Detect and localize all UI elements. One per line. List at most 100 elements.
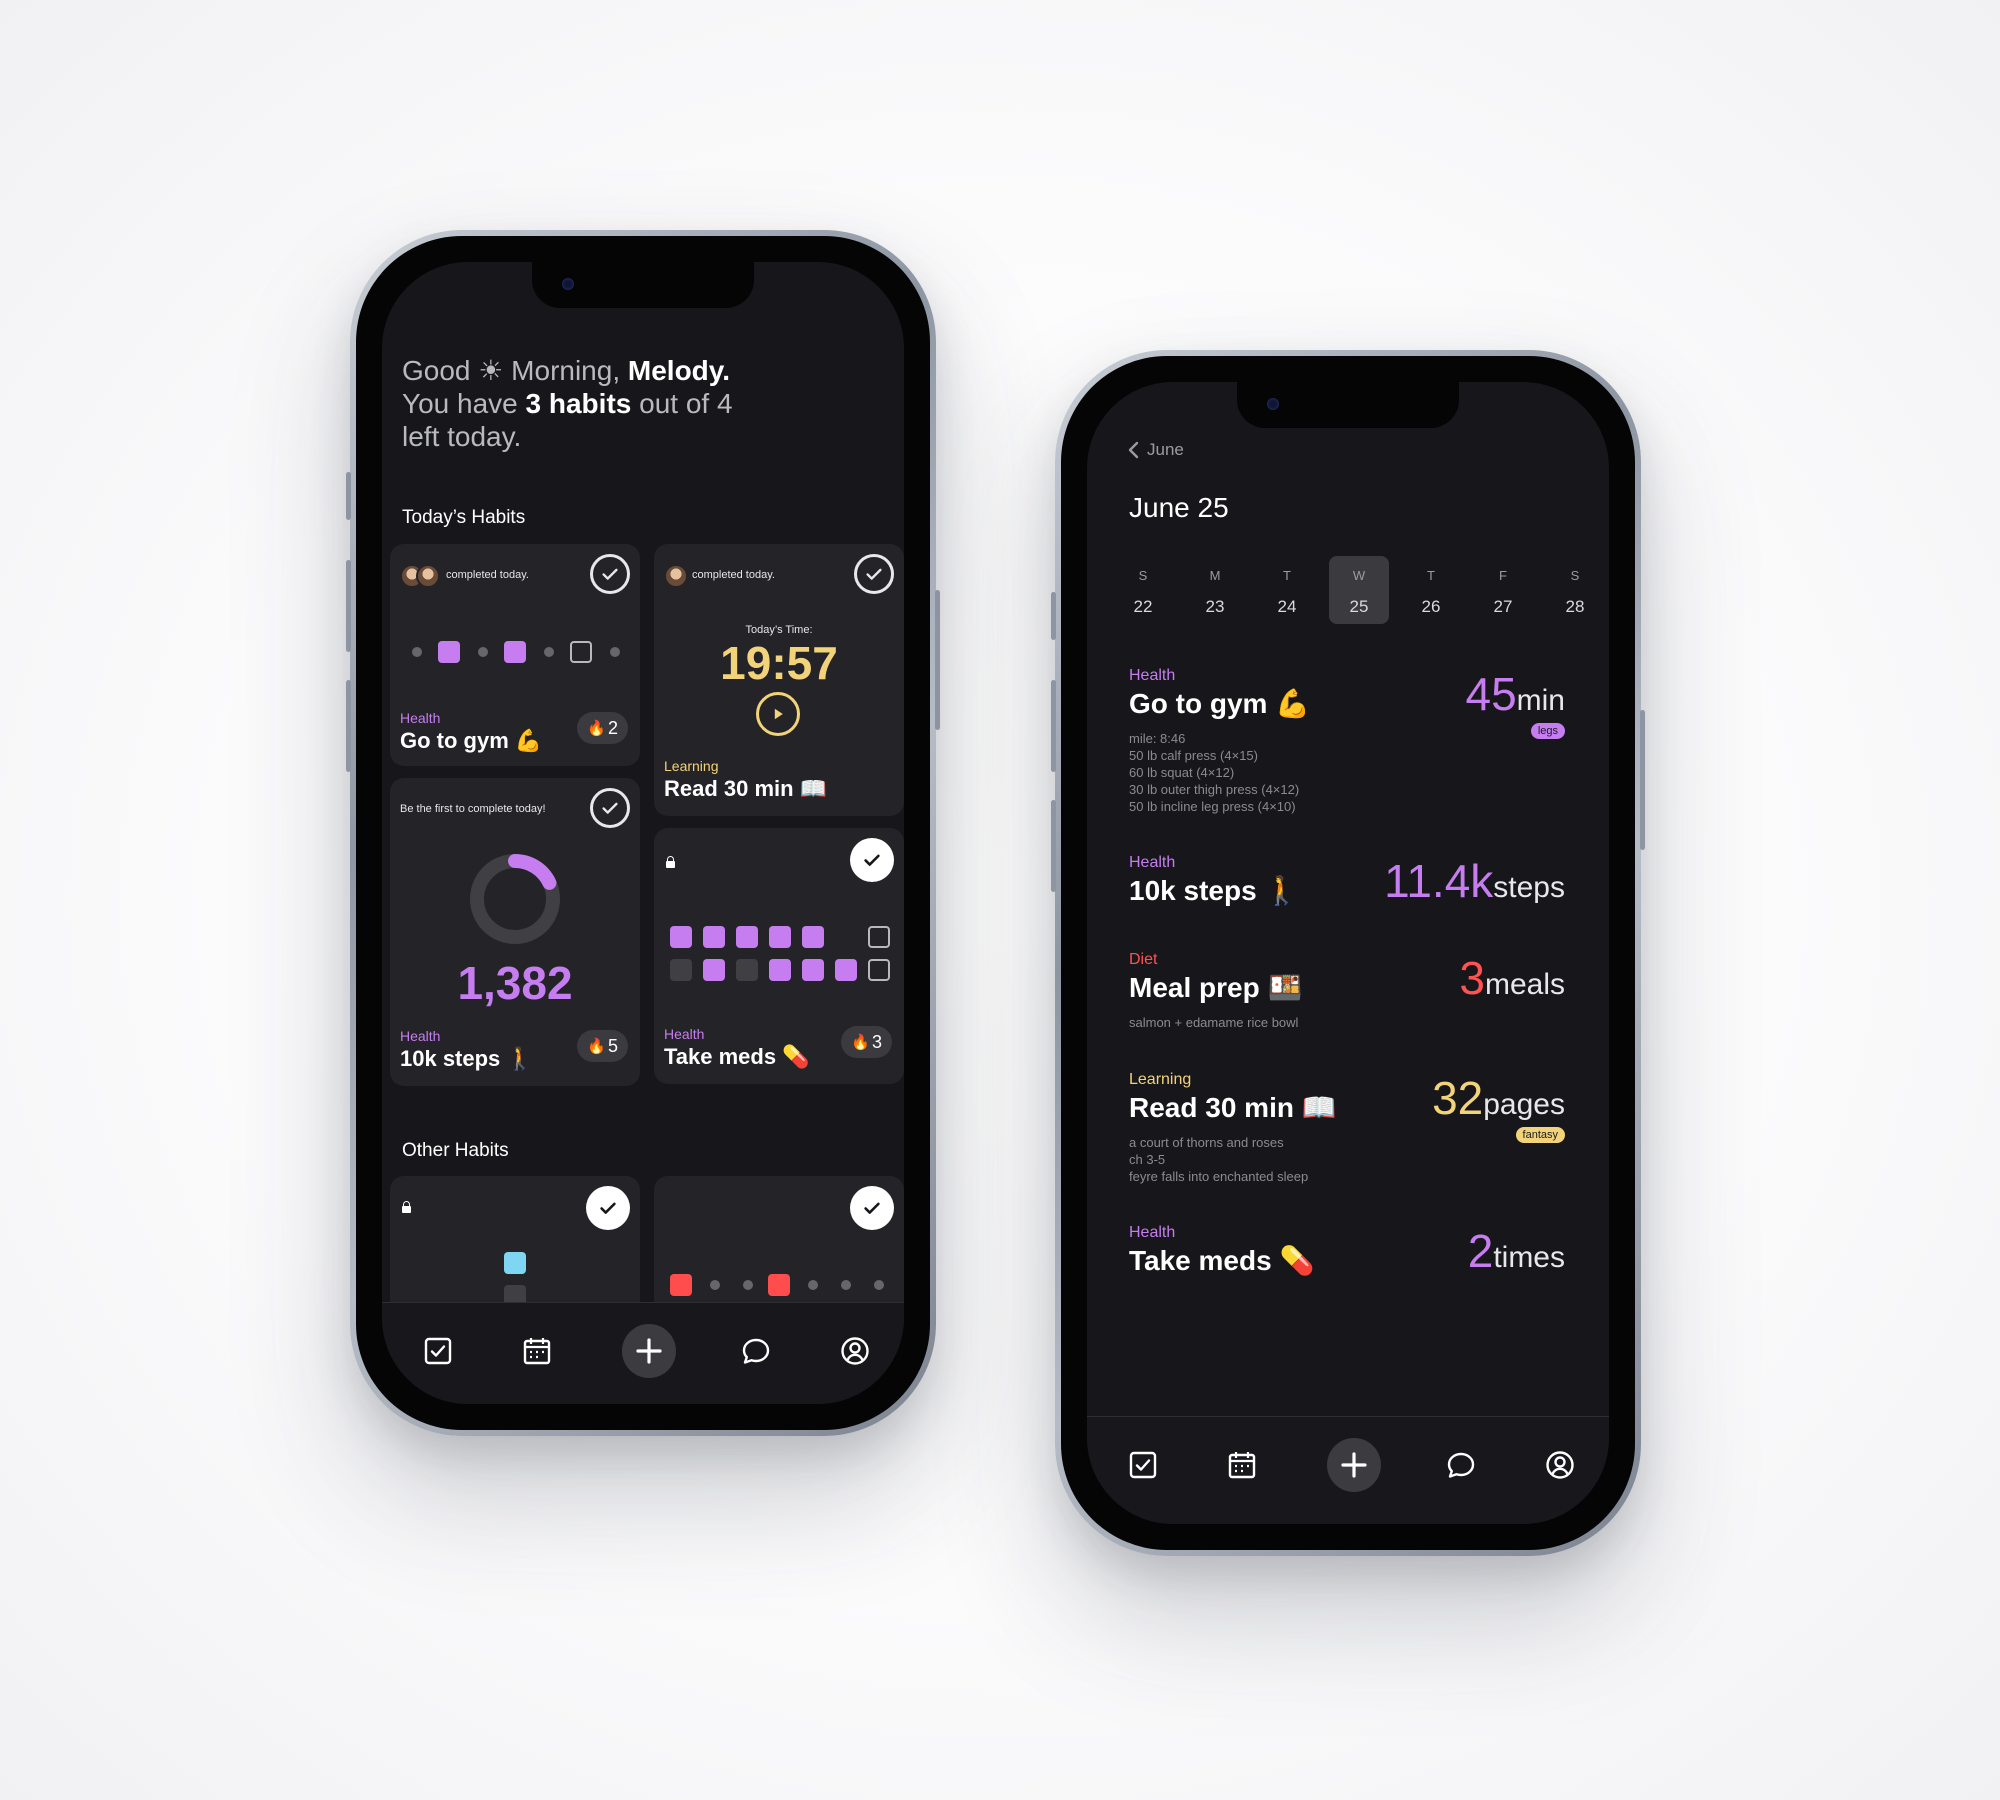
avatar <box>664 564 688 588</box>
steps-progress-ring <box>470 854 560 944</box>
phone-left-bezel: Good ☀ Morning, Melody. You have 3 habit… <box>356 236 930 1430</box>
profile-tab[interactable] <box>1540 1445 1580 1485</box>
weekday-mon[interactable]: M 23 <box>1185 556 1245 617</box>
streak-badge: 🔥 2 <box>577 712 628 744</box>
log-entry-meds[interactable]: Health Take meds 💊 2times <box>1129 1224 1565 1277</box>
chat-tab[interactable] <box>736 1331 776 1371</box>
complete-check-button[interactable] <box>850 838 894 882</box>
greeting-line2-prefix: You have <box>402 388 518 419</box>
habit-card-meds[interactable]: Health Take meds 💊 🔥 3 <box>654 828 904 1084</box>
weekday-sun[interactable]: S 22 <box>1113 556 1173 617</box>
dose-done-square <box>670 926 692 948</box>
habit-category: Learning <box>664 758 719 774</box>
notch <box>1237 382 1459 428</box>
habit-card-gym[interactable]: completed today. Health Go to gym 💪 🔥 2 <box>390 544 640 766</box>
calendar-icon <box>523 1338 551 1365</box>
metric-unit: times <box>1493 1241 1565 1274</box>
log-entry-steps[interactable]: Health 10k steps 🚶 11.4ksteps <box>1129 854 1565 907</box>
dose-done-square <box>703 959 725 981</box>
day-done-square <box>670 1274 692 1296</box>
weekday-letter: W <box>1352 568 1366 583</box>
greeting-line2-suffix: out of 4 <box>639 388 733 419</box>
complete-check-button[interactable] <box>850 1186 894 1230</box>
day-today-square <box>570 641 592 663</box>
phone-right-volume-down <box>1051 800 1056 892</box>
detail-line: feyre falls into enchanted sleep <box>1129 1169 1309 1184</box>
play-button[interactable] <box>756 692 800 736</box>
detail-line: 30 lb outer thigh press (4×12) <box>1129 782 1300 797</box>
metric-value: 45 <box>1465 668 1517 720</box>
add-habit-button[interactable] <box>622 1324 676 1378</box>
completed-note: completed today. <box>446 569 529 581</box>
tab-bar <box>382 1302 904 1404</box>
weekday-fri[interactable]: F 27 <box>1473 556 1533 617</box>
phone-left-power-button <box>935 590 940 730</box>
add-habit-button[interactable] <box>1327 1438 1381 1492</box>
habit-name: Read 30 min 📖 <box>664 776 828 801</box>
weekday-number: 22 <box>1133 597 1153 616</box>
habits-tab[interactable] <box>418 1331 458 1371</box>
day-dot <box>610 647 620 657</box>
todays-habits-title: Today’s Habits <box>402 507 526 528</box>
weekday-sat[interactable]: S 28 <box>1545 556 1605 617</box>
habits-tab[interactable] <box>1123 1445 1163 1485</box>
log-entry-gym[interactable]: Health Go to gym 💪 mile: 8:46 50 lb calf… <box>1129 667 1565 815</box>
phone-right-bezel: June June 25 S 22 M 23 T 24 W 25 T 26 F 27 S 28… <box>1061 356 1635 1550</box>
habit-card-read[interactable]: completed today. Today’s Time: 19:57 Lea… <box>654 544 904 816</box>
complete-check-button[interactable] <box>854 554 894 594</box>
first-to-complete-note: Be the first to complete today! <box>400 803 546 815</box>
home-screen: Good ☀ Morning, Melody. You have 3 habit… <box>382 262 904 1404</box>
profile-tab[interactable] <box>835 1331 875 1371</box>
dose-missed-square <box>670 959 692 981</box>
habit-name: Go to gym 💪 <box>400 728 543 753</box>
log-entry-read[interactable]: Learning Read 30 min 📖 a court of thorns… <box>1129 1071 1565 1185</box>
day-done-square <box>504 1252 526 1274</box>
back-label: June <box>1147 440 1184 459</box>
weekday-letter: S <box>1138 568 1148 583</box>
day-done-square <box>438 641 460 663</box>
date-title: June 25 <box>1129 492 1229 523</box>
user-name: Melody. <box>627 355 731 386</box>
complete-check-button[interactable] <box>590 554 630 594</box>
sun-icon: ☀ <box>478 355 504 386</box>
weekday-tue[interactable]: T 24 <box>1257 556 1317 617</box>
weekday-number: 25 <box>1349 597 1369 616</box>
fire-icon: 🔥 <box>851 1034 870 1051</box>
dose-done-square <box>835 959 857 981</box>
dose-pending-square <box>868 926 890 948</box>
back-button[interactable]: June <box>1127 440 1184 460</box>
weekday-number: 27 <box>1493 597 1513 616</box>
weekday-letter: F <box>1499 568 1507 583</box>
day-dot <box>544 647 554 657</box>
entry-metric: 2times <box>1468 1224 1565 1278</box>
weekday-thu[interactable]: T 26 <box>1401 556 1461 617</box>
complete-check-button[interactable] <box>590 788 630 828</box>
plus-icon <box>1341 1452 1367 1478</box>
phone-right: June June 25 S 22 M 23 T 24 W 25 T 26 F 27 S 28… <box>1051 350 1645 1556</box>
checkmark-icon <box>602 568 618 580</box>
weekday-number: 23 <box>1205 597 1225 616</box>
calendar-tab[interactable] <box>517 1331 557 1371</box>
day-dot <box>478 647 488 657</box>
weekday-number: 28 <box>1565 597 1585 616</box>
weekday-letter: M <box>1209 568 1221 583</box>
calendar-tab[interactable] <box>1222 1445 1262 1485</box>
chat-tab[interactable] <box>1441 1445 1481 1485</box>
phone-left: Good ☀ Morning, Melody. You have 3 habit… <box>346 230 940 1436</box>
habit-name: 10k steps 🚶 <box>400 1046 534 1071</box>
checkbox-icon <box>1129 1451 1157 1479</box>
day-done-square <box>768 1274 790 1296</box>
phone-left-volume-up <box>346 560 351 652</box>
detail-line: 50 lb calf press (4×15) <box>1129 748 1258 763</box>
habit-card-steps[interactable]: Be the first to complete today! 1,382 He… <box>390 778 640 1086</box>
day-detail-screen: June June 25 S 22 M 23 T 24 W 25 T 26 F 27 S 28… <box>1087 382 1609 1524</box>
weekday-wed-selected[interactable]: W 25 <box>1329 556 1389 624</box>
entry-tag: legs <box>1530 723 1565 739</box>
lock-icon <box>666 856 675 868</box>
log-entry-meal-prep[interactable]: Diet Meal prep 🍱 salmon + edamame rice b… <box>1129 951 1565 1031</box>
entry-metric: 3meals <box>1459 951 1565 1005</box>
greeting-good: Good <box>402 355 471 386</box>
complete-check-button[interactable] <box>586 1186 630 1230</box>
weekday-number: 24 <box>1277 597 1297 616</box>
notch <box>532 262 754 308</box>
